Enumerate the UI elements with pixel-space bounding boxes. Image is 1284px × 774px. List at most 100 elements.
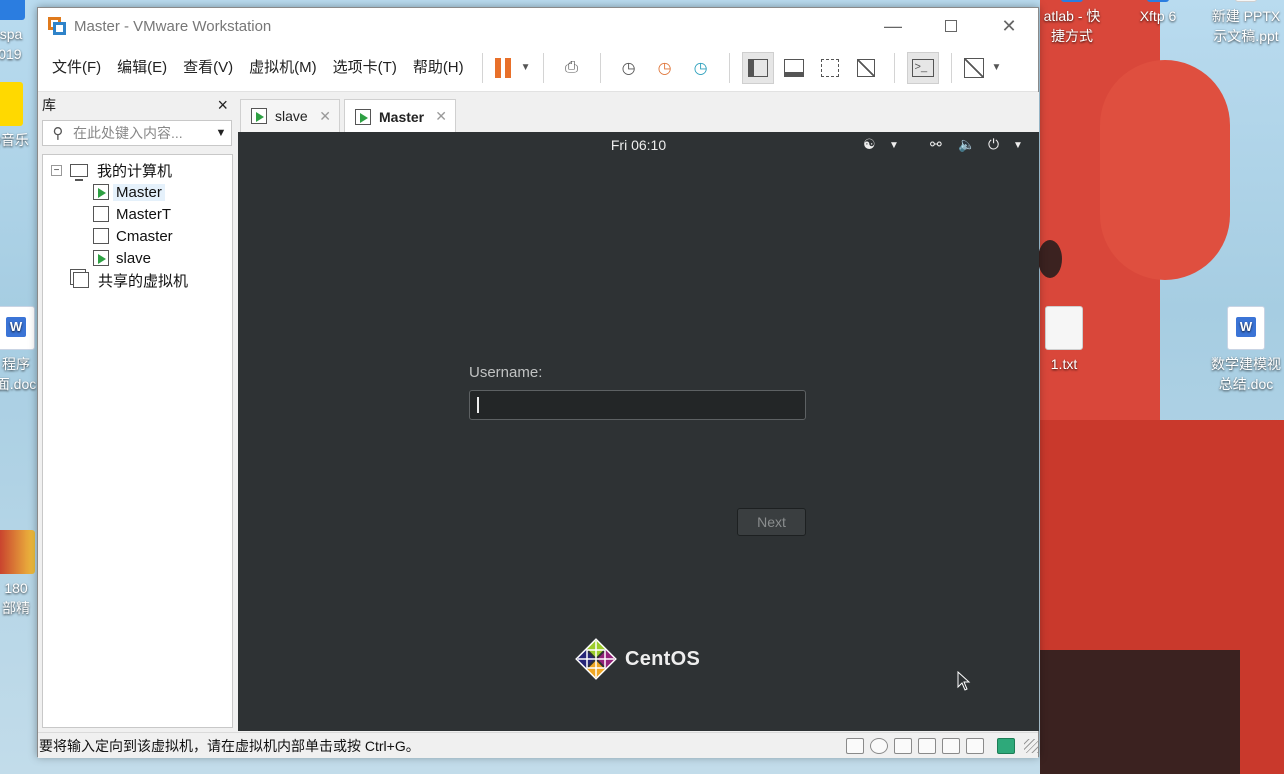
text-caret xyxy=(477,397,479,413)
toolbar-separator xyxy=(599,52,601,83)
stretch-icon xyxy=(963,57,984,78)
music-icon xyxy=(0,82,23,126)
chevron-down-icon[interactable]: ▼ xyxy=(211,127,231,139)
tree-item-master[interactable]: Master xyxy=(43,181,232,203)
desktop-icon-pptx[interactable]: 新建 PPTX 示文稿.ppt xyxy=(1204,0,1284,46)
computer-icon xyxy=(70,163,88,181)
shortcut-icon xyxy=(1061,0,1083,2)
accessibility-icon[interactable]: ☯ xyxy=(863,136,876,153)
library-pane: 库 × ⚲ 在此处键入内容... ▼ − 我的计算机 Master Master… xyxy=(38,92,236,730)
minimize-button[interactable]: — xyxy=(870,8,916,44)
chevron-down-icon[interactable]: ▼ xyxy=(992,62,1002,73)
minimize-icon: — xyxy=(884,15,902,36)
username-input[interactable] xyxy=(469,390,806,420)
power-icon[interactable]: ⏻ xyxy=(988,136,999,153)
snapshot-manager-button[interactable]: ◷ xyxy=(685,52,717,84)
send-ctrl-alt-del-button[interactable]: ⎙ xyxy=(556,52,588,84)
gnome-top-bar: Fri 06:10 ☯ ▼ ⚯ 🔈 ⏻ ▼ xyxy=(238,132,1039,158)
tree-item-label: slave xyxy=(116,249,152,267)
full-screen-icon xyxy=(820,58,839,77)
snapshot-button[interactable]: ◷ xyxy=(613,52,645,84)
clock[interactable]: Fri 06:10 xyxy=(238,137,1039,153)
library-search[interactable]: ⚲ 在此处键入内容... ▼ xyxy=(42,120,232,146)
tab-close-icon[interactable]: ✕ xyxy=(435,108,447,125)
menu-edit[interactable]: 编辑(E) xyxy=(109,44,175,92)
thumbnail-bar-icon xyxy=(783,58,804,77)
full-screen-button[interactable] xyxy=(814,52,846,84)
window-title: Master - VMware Workstation xyxy=(74,17,272,35)
vmware-window: Master - VMware Workstation — ✕ 文件(F) 编辑… xyxy=(37,7,1039,758)
maximize-button[interactable] xyxy=(928,8,974,44)
tab-master[interactable]: Master ✕ xyxy=(344,99,456,133)
volume-icon[interactable]: 🔈 xyxy=(958,136,975,153)
toolbar-separator xyxy=(542,52,544,83)
menu-toolbar: 文件(F) 编辑(E) 查看(V) 虚拟机(M) 选项卡(T) 帮助(H) ▼ … xyxy=(38,44,1038,92)
collapse-icon[interactable]: − xyxy=(51,164,62,176)
unity-icon xyxy=(856,58,875,77)
app-icon xyxy=(0,0,25,20)
tab-slave[interactable]: slave ✕ xyxy=(240,99,340,132)
vm-icon xyxy=(93,206,109,222)
library-search-input[interactable]: 在此处键入内容... xyxy=(73,123,211,143)
vm-running-icon xyxy=(93,184,109,200)
tree-item-slave[interactable]: slave xyxy=(43,247,232,269)
console-icon: >_ xyxy=(911,58,934,77)
tree-item-shared-vms[interactable]: 共享的虚拟机 xyxy=(43,269,232,291)
toolbar-separator xyxy=(950,52,952,83)
library-title: 库 xyxy=(42,97,56,113)
close-button[interactable]: ✕ xyxy=(986,8,1032,44)
shared-vms-icon xyxy=(73,272,89,288)
next-button[interactable]: Next xyxy=(737,508,806,536)
chevron-down-icon[interactable]: ▼ xyxy=(1013,140,1023,151)
cd-dvd-icon[interactable] xyxy=(870,737,888,754)
pptx-icon xyxy=(1235,0,1257,2)
sound-card-icon[interactable] xyxy=(942,737,960,754)
network-adapter-icon[interactable] xyxy=(894,737,912,754)
revert-snapshot-button[interactable]: ◷ xyxy=(649,52,681,84)
tree-item-my-computer[interactable]: − 我的计算机 xyxy=(43,159,232,181)
show-library-button[interactable] xyxy=(741,51,774,84)
tree-item-cmaster[interactable]: Cmaster xyxy=(43,225,232,247)
chevron-down-icon[interactable]: ▼ xyxy=(521,62,531,73)
desktop-icon-label: Xftp 6 xyxy=(1139,8,1177,24)
menu-help[interactable]: 帮助(H) xyxy=(405,44,472,92)
wallpaper-eye xyxy=(1038,240,1062,278)
vm-running-icon xyxy=(251,108,267,124)
centos-brand-text: CentOS xyxy=(625,647,701,670)
tab-bar: slave ✕ Master ✕ xyxy=(238,92,1039,133)
menu-tabs[interactable]: 选项卡(T) xyxy=(325,44,405,92)
snapshot-manager-icon: ◷ xyxy=(693,59,708,77)
tree-item-label: Master xyxy=(113,183,165,201)
desktop-icon-xftp[interactable]: Xftp 6 xyxy=(1116,0,1200,26)
book-icon xyxy=(0,530,35,574)
stretch-guest-button[interactable]: ▼ xyxy=(963,52,1002,84)
unity-button[interactable] xyxy=(850,52,882,84)
tab-close-icon[interactable]: ✕ xyxy=(319,108,331,125)
search-icon: ⚲ xyxy=(52,125,64,142)
tree-item-label: 我的计算机 xyxy=(97,162,173,180)
console-view-button[interactable]: >_ xyxy=(906,51,939,84)
vm-console[interactable]: Fri 06:10 ☯ ▼ ⚯ 🔈 ⏻ ▼ Username: Next Cen… xyxy=(238,132,1039,731)
resize-grip-icon[interactable] xyxy=(1024,738,1038,753)
toolbar-separator xyxy=(481,52,483,83)
centos-logo-icon xyxy=(575,638,617,680)
menu-vm[interactable]: 虚拟机(M) xyxy=(241,44,325,92)
menu-file[interactable]: 文件(F) xyxy=(44,44,109,92)
desktop-icon-label: 数学建模视 总结.doc xyxy=(1211,356,1281,392)
show-thumbnail-bar-button[interactable] xyxy=(778,52,810,84)
keyboard-icon: ⎙ xyxy=(565,58,578,76)
tree-item-mastert[interactable]: MasterT xyxy=(43,203,232,225)
message-log-icon[interactable] xyxy=(997,737,1015,754)
network-icon[interactable]: ⚯ xyxy=(930,136,942,153)
desktop-icon-doc2[interactable]: 数学建模视 总结.doc xyxy=(1204,306,1284,394)
usb-device-icon[interactable] xyxy=(966,737,984,754)
pause-icon xyxy=(494,57,501,78)
pause-button[interactable]: ▼ xyxy=(494,52,531,84)
desktop-icon-matlab[interactable]: atlab - 快 捷方式 xyxy=(1030,0,1114,46)
hard-disk-icon[interactable] xyxy=(846,737,864,754)
menu-view[interactable]: 查看(V) xyxy=(175,44,241,92)
library-close-icon[interactable]: × xyxy=(217,95,228,116)
chevron-down-icon[interactable]: ▼ xyxy=(889,140,899,151)
title-bar[interactable]: Master - VMware Workstation — ✕ xyxy=(38,8,1038,44)
printer-icon[interactable] xyxy=(918,737,936,754)
